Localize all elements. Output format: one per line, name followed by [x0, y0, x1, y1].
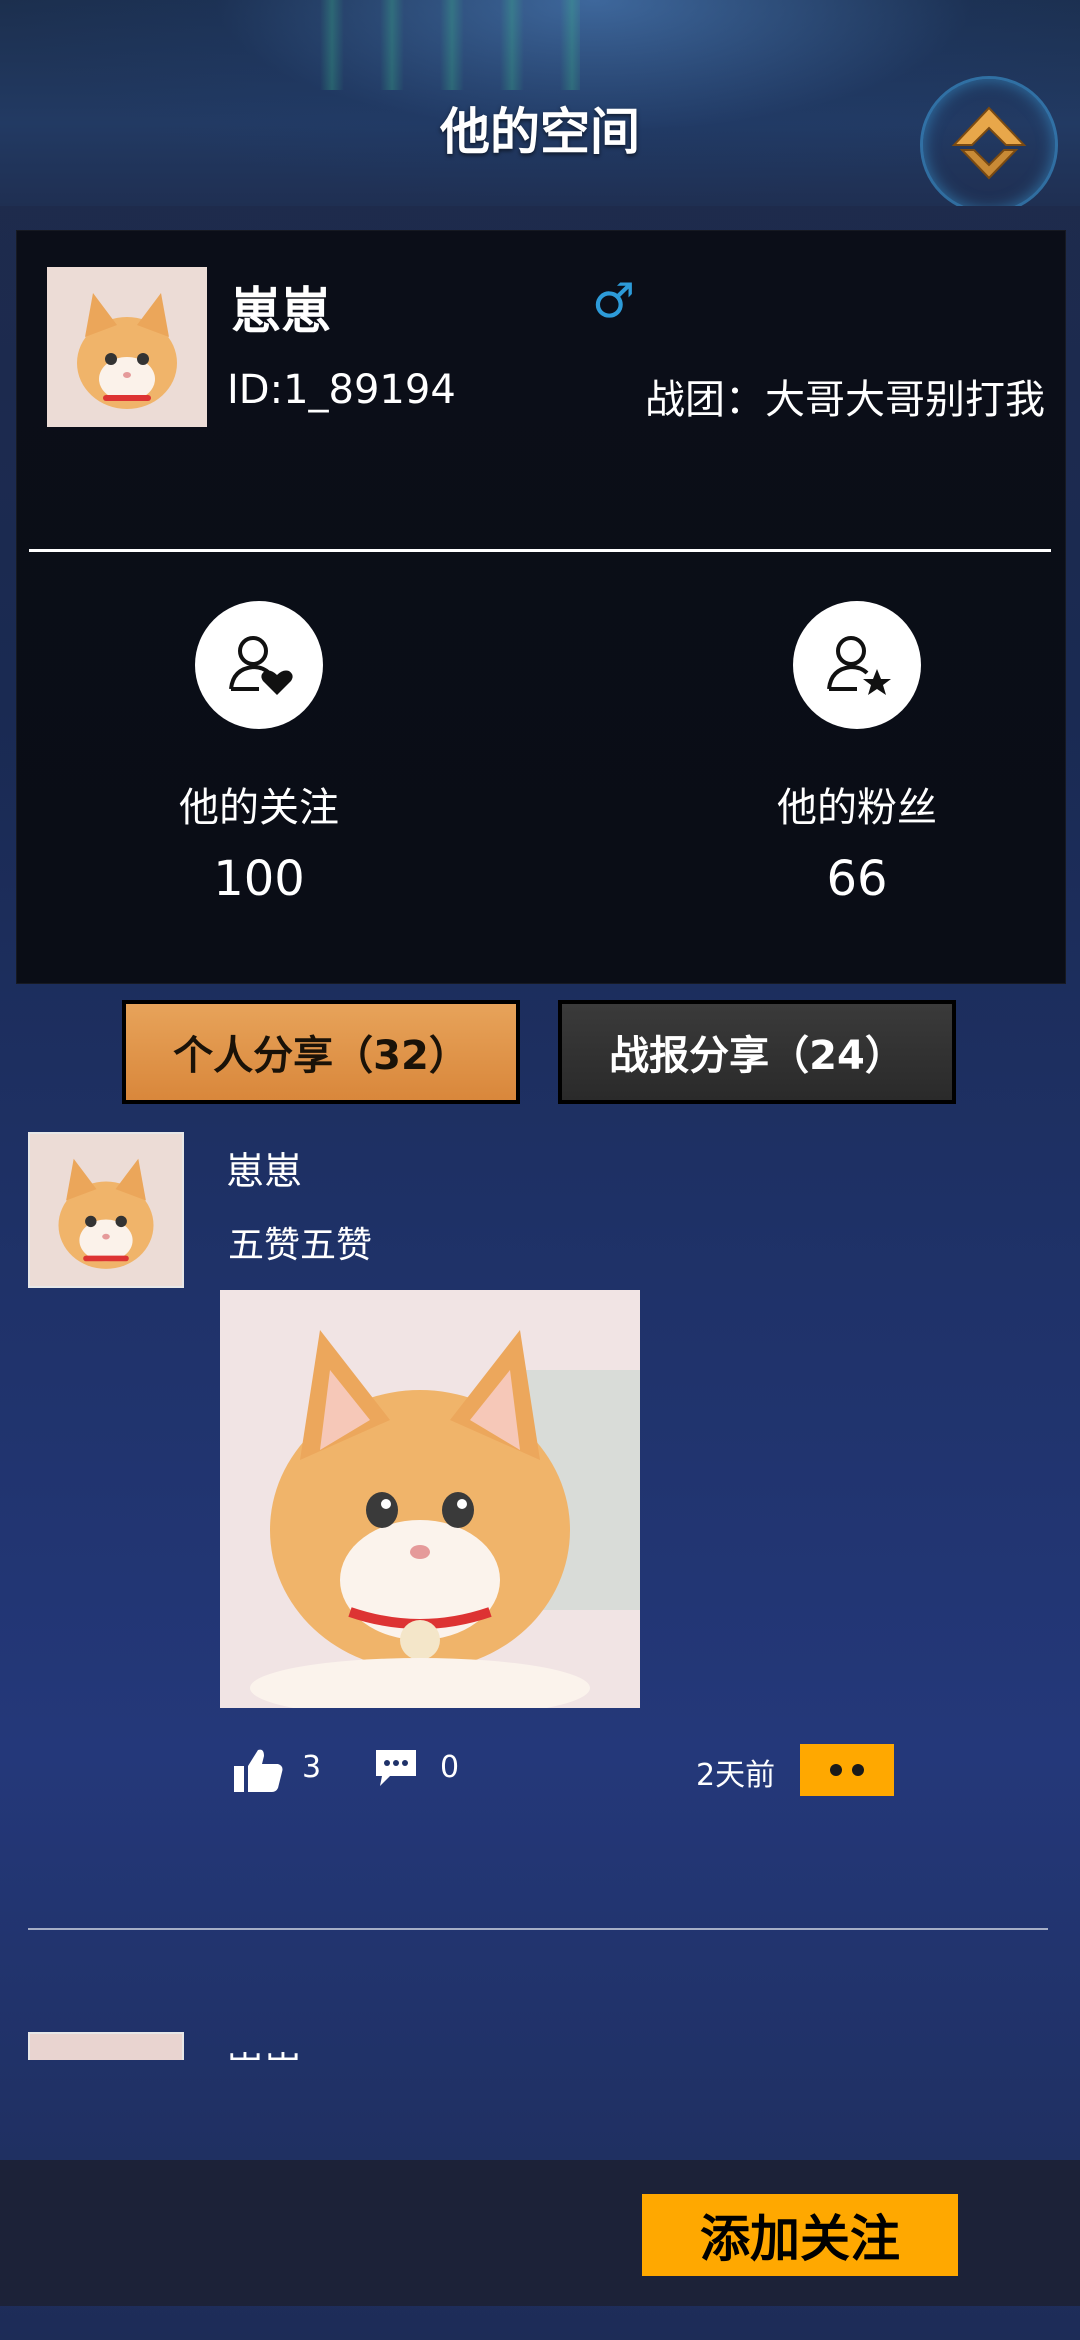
divider — [28, 1928, 1048, 1930]
male-symbol-icon: ♂ — [592, 273, 636, 329]
home-button[interactable] — [920, 76, 1058, 206]
post-author[interactable]: 崽崽 — [226, 2040, 302, 2060]
page-header: 他的空间 — [0, 0, 1080, 206]
fans-count: 66 — [826, 851, 888, 907]
following-count: 100 — [213, 851, 305, 907]
page-title: 他的空间 — [440, 103, 640, 161]
fans-label: 他的粉丝 — [777, 785, 937, 831]
following-label: 他的关注 — [179, 785, 339, 831]
profile-clan: 战团：大哥大哥别打我 — [645, 377, 1045, 423]
avatar[interactable] — [47, 267, 207, 427]
divider — [29, 549, 1051, 552]
add-follow-button[interactable]: 添加关注 — [642, 2194, 958, 2276]
more-dot-icon — [852, 1764, 864, 1776]
post-avatar[interactable] — [28, 1132, 184, 1288]
post-timestamp: 2天前 — [696, 1758, 776, 1793]
bottom-action-bar: 添加关注 — [0, 2160, 1080, 2306]
fans-stat[interactable]: 他的粉丝 66 — [687, 601, 1027, 907]
profile-id: ID:1_89194 — [227, 367, 456, 413]
post-author[interactable]: 崽崽 — [226, 1140, 302, 1195]
user-heart-icon — [195, 601, 323, 729]
following-stat[interactable]: 他的关注 100 — [89, 601, 429, 907]
home-diamond-icon — [951, 106, 1027, 180]
comment-count: 0 — [440, 1750, 460, 1785]
more-dot-icon — [830, 1764, 842, 1776]
post-actions: 3 0 2天前 — [230, 1740, 910, 1800]
thumbs-up-icon[interactable] — [232, 1746, 284, 1798]
tab-personal-share[interactable]: 个人分享（32） — [122, 1000, 520, 1104]
user-star-icon — [793, 601, 921, 729]
profile-username: 崽崽 — [231, 282, 331, 340]
next-post-preview: 崽崽 — [0, 2030, 1080, 2060]
post-avatar[interactable] — [28, 2032, 184, 2060]
comment-icon[interactable] — [372, 1746, 420, 1794]
kitten-photo — [220, 1290, 640, 1708]
header-background-decoration — [320, 0, 580, 90]
post-text: 五赞五赞 — [228, 1225, 373, 1266]
tab-battle-share[interactable]: 战报分享（24） — [558, 1000, 956, 1104]
more-options-button[interactable] — [800, 1744, 894, 1796]
post-image[interactable] — [220, 1290, 640, 1708]
kitten-avatar-image — [47, 267, 207, 427]
like-count: 3 — [302, 1750, 322, 1785]
profile-card: 崽崽 ♂ ID:1_89194 战团：大哥大哥别打我 他的关注 100 他的粉丝… — [16, 230, 1066, 984]
kitten-avatar-image — [30, 1134, 182, 1286]
